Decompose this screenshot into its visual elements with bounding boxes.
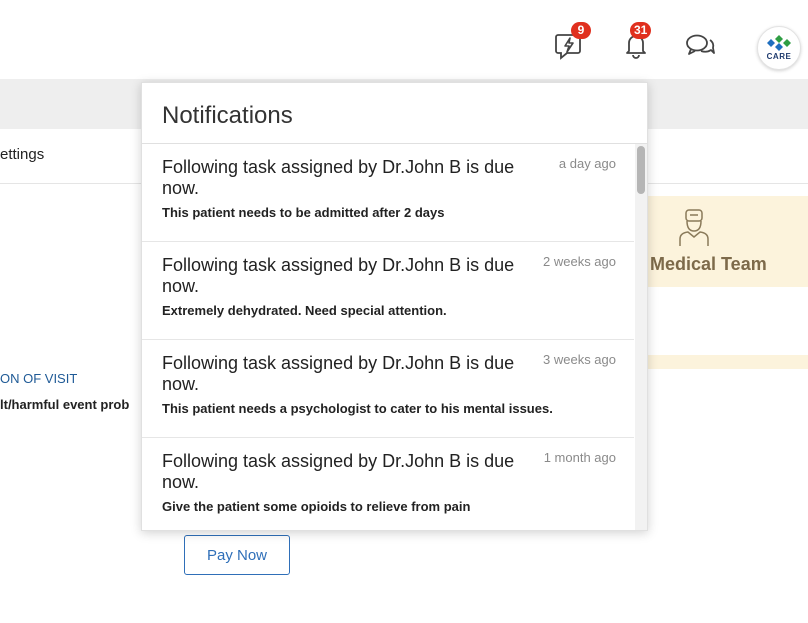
activity-badge: 9 xyxy=(571,22,591,39)
medical-team-label: Medical Team xyxy=(650,254,767,274)
scrollbar-thumb[interactable] xyxy=(637,146,645,194)
care-logo-icon xyxy=(767,35,791,51)
notification-item[interactable]: Following task assigned by Dr.John B is … xyxy=(142,340,634,438)
notification-time: 3 weeks ago xyxy=(543,352,616,367)
pay-now-button[interactable]: Pay Now xyxy=(184,535,290,575)
top-bar: 9 31 CARE xyxy=(0,0,808,79)
notification-time: a day ago xyxy=(558,156,616,171)
highlight-strip xyxy=(646,355,808,369)
doctor-icon xyxy=(679,209,709,246)
notification-title: Following task assigned by Dr.John B is … xyxy=(162,353,515,394)
activity-button[interactable]: 9 xyxy=(553,22,591,61)
notification-item[interactable]: Following task assigned by Dr.John B is … xyxy=(142,144,634,242)
chat-bubbles-icon xyxy=(686,34,715,55)
avatar[interactable]: CARE xyxy=(757,26,801,70)
notification-item[interactable]: Following task assigned by Dr.John B is … xyxy=(142,242,634,340)
notifications-panel: Notifications Following task assigned by… xyxy=(141,82,648,531)
notification-title: Following task assigned by Dr.John B is … xyxy=(162,157,515,198)
notifications-header: Notifications xyxy=(142,83,647,144)
visit-section-label: ON OF VISIT xyxy=(0,371,78,386)
avatar-logo-text: CARE xyxy=(766,52,792,61)
notification-body: Extremely dehydrated. Need special atten… xyxy=(162,303,447,318)
bell-button[interactable]: 31 xyxy=(620,22,652,61)
notifications-scrollbar[interactable] xyxy=(635,144,647,530)
notification-time: 1 month ago xyxy=(543,450,616,465)
notifications-list: Following task assigned by Dr.John B is … xyxy=(142,144,634,530)
notification-time: 2 weeks ago xyxy=(543,254,616,269)
tab-settings[interactable]: ettings xyxy=(0,146,44,163)
medical-team-card[interactable]: Medical Team xyxy=(646,196,808,287)
chat-button[interactable] xyxy=(684,29,716,61)
notifications-title: Notifications xyxy=(162,102,293,129)
visit-reason-text: lt/harmful event prob xyxy=(0,397,130,412)
notification-body: This patient needs a psychologist to cat… xyxy=(162,401,553,416)
notification-item[interactable]: Following task assigned by Dr.John B is … xyxy=(142,438,634,530)
bell-badge: 31 xyxy=(630,22,652,39)
notification-body: This patient needs to be admitted after … xyxy=(162,205,445,220)
notification-body: Give the patient some opioids to relieve… xyxy=(162,499,471,514)
notification-title: Following task assigned by Dr.John B is … xyxy=(162,255,515,296)
notification-title: Following task assigned by Dr.John B is … xyxy=(162,451,515,492)
